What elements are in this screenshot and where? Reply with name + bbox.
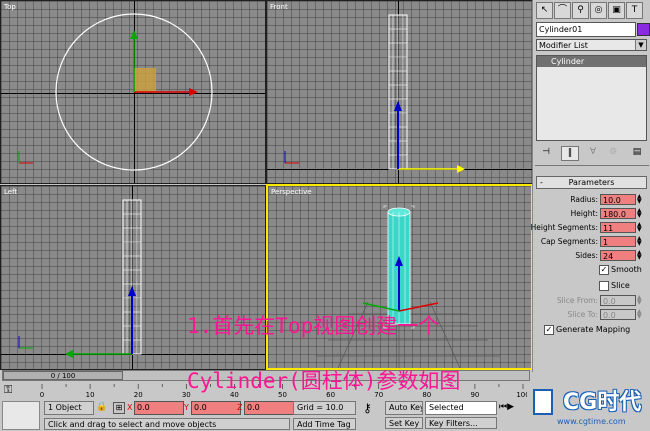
slice-label: Slice	[611, 281, 630, 290]
viewport-top[interactable]: Top	[0, 0, 266, 184]
parameters-rollout-header[interactable]: - Parameters	[536, 176, 647, 189]
selection-count: 1 Object	[44, 401, 94, 415]
height-segments-field[interactable]: 11	[600, 222, 636, 233]
viewport-front[interactable]: Front	[266, 0, 533, 184]
rollout-title: Parameters	[568, 178, 615, 187]
viewport-left[interactable]: Left	[0, 185, 266, 370]
cap-segments-field[interactable]: 1	[600, 236, 636, 247]
object-name-field[interactable]: Cylinder01	[536, 22, 636, 37]
set-key-button[interactable]: Set Key	[385, 417, 423, 429]
radius-field[interactable]: 10.0	[600, 194, 636, 205]
absolute-mode-icon[interactable]: ⊞	[113, 402, 125, 414]
radius-spinner[interactable]: ▲ ▼	[637, 194, 643, 205]
utilities-icon[interactable]: T	[626, 2, 643, 19]
key-icon[interactable]: ⚿	[4, 383, 20, 397]
sides-spinner[interactable]: ▲ ▼	[637, 250, 643, 261]
ruler-tick-label: 90	[470, 391, 479, 399]
generate-mapping-checkbox[interactable]: ✓	[544, 325, 554, 335]
x-coordinate-field[interactable]: 0.0	[134, 401, 184, 415]
sides-row: Sides: 24 ▲ ▼	[533, 250, 650, 262]
display-icon[interactable]: ▣	[608, 2, 625, 19]
chevron-down-icon: ▼	[635, 40, 646, 50]
cap-segments-row: Cap Segments: 1 ▲ ▼	[533, 236, 650, 248]
smooth-label: Smooth	[611, 265, 642, 274]
ruler-tick-label: 20	[134, 391, 143, 399]
play-controls-icon[interactable]: ⏮▶	[499, 402, 514, 412]
watermark-url: www.cgtime.com	[557, 417, 626, 426]
slice-to-spinner[interactable]: ▲ ▼	[637, 309, 643, 320]
slice-from-label: Slice From:	[556, 296, 598, 305]
selected-dropdown[interactable]: Selected	[425, 401, 497, 415]
height-segments-row: Height Segments: 11 ▲ ▼	[530, 222, 650, 234]
lock-icon[interactable]: 🔒	[96, 402, 107, 412]
y-label: Y	[184, 403, 189, 412]
height-spinner[interactable]: ▲ ▼	[637, 208, 643, 219]
cap-segments-label: Cap Segments:	[540, 237, 598, 246]
ruler-tick-label: 100	[516, 391, 527, 399]
annotation-line-2: Cylinder(圆柱体)参数如图	[187, 369, 461, 393]
hierarchy-icon[interactable]: ⚲	[572, 2, 589, 19]
make-unique-icon[interactable]: ∀	[585, 146, 601, 159]
radius-label: Radius:	[570, 195, 598, 204]
smooth-checkbox[interactable]: ✓	[599, 265, 609, 275]
pin-stack-icon[interactable]: ⊣	[538, 146, 554, 159]
time-slider-handle[interactable]: 0 / 100	[3, 371, 123, 380]
radius-row: Radius: 10.0 ▲ ▼	[533, 194, 650, 206]
cursor-icon[interactable]: ↖	[536, 2, 553, 19]
y-coordinate-field[interactable]: 0.0	[191, 401, 241, 415]
set-key-icon[interactable]: ⚷	[363, 401, 372, 415]
x-label: X	[127, 403, 133, 412]
key-filters-button[interactable]: Key Filters...	[425, 417, 497, 429]
z-label: Z	[237, 403, 243, 412]
height-segments-spinner[interactable]: ▲ ▼	[637, 222, 643, 233]
stack-item-cylinder[interactable]: Cylinder	[537, 56, 646, 67]
divider	[535, 165, 649, 166]
z-coordinate-field[interactable]: 0.0	[244, 401, 294, 415]
height-row: Height: 180.0 ▲ ▼	[533, 208, 650, 220]
modify-icon[interactable]: ⌒	[554, 2, 571, 19]
motion-icon[interactable]: ◎	[590, 2, 607, 19]
ruler-tick-label: 10	[86, 391, 95, 399]
watermark: CG时代 www.cgtime.com	[533, 386, 650, 431]
slice-checkbox[interactable]	[599, 281, 609, 291]
modifier-list-dropdown[interactable]: Modifier List ▼	[536, 39, 647, 51]
auto-key-button[interactable]: Auto Key	[385, 401, 423, 415]
height-field[interactable]: 180.0	[600, 208, 636, 219]
slice-from-row: Slice From: 0.0 ▲ ▼	[533, 295, 650, 307]
slice-to-label: Slice To:	[567, 310, 598, 319]
annotation-line-1: 1.首先在Top视图创建一个	[187, 314, 440, 338]
add-time-tag-button[interactable]: Add Time Tag	[293, 418, 356, 430]
watermark-brand: CG时代	[563, 390, 642, 415]
generate-mapping-label: Generate Mapping	[556, 325, 631, 334]
cg-logo-icon	[533, 389, 553, 415]
sides-label: Sides:	[575, 251, 598, 260]
height-segments-label: Height Segments:	[530, 223, 598, 232]
grid-readout: Grid = 10.0	[293, 401, 356, 415]
maxscript-listener[interactable]	[2, 401, 40, 430]
command-panel: ↖ ⌒ ⚲ ◎ ▣ T Cylinder01 Modifier List ▼ C…	[530, 0, 650, 372]
rollout-collapse-icon: -	[540, 178, 543, 187]
left-view-drawing	[18, 199, 142, 358]
perspective-view-drawing	[316, 205, 500, 368]
slice-from-spinner[interactable]: ▲ ▼	[637, 295, 643, 306]
front-view-drawing	[284, 14, 465, 173]
modifier-list-label: Modifier List	[539, 41, 588, 50]
show-end-result-icon[interactable]: ‖	[561, 146, 579, 161]
slice-to-row: Slice To: 0.0 ▲ ▼	[533, 309, 650, 321]
configure-modifier-sets-icon[interactable]: ▤	[629, 146, 645, 159]
slice-to-field[interactable]: 0.0	[600, 309, 636, 320]
prompt-line: Click and drag to select and move object…	[44, 418, 290, 430]
remove-modifier-icon[interactable]: ♲	[605, 146, 621, 159]
slice-from-field[interactable]: 0.0	[600, 295, 636, 306]
modifier-stack: Cylinder	[536, 55, 647, 141]
height-label: Height:	[570, 209, 598, 218]
ruler-tick-label: 0	[40, 391, 44, 399]
object-color-swatch[interactable]	[637, 23, 650, 36]
viewport-perspective[interactable]: Perspective	[266, 184, 533, 370]
sides-field[interactable]: 24	[600, 250, 636, 261]
cap-segments-spinner[interactable]: ▲ ▼	[637, 236, 643, 247]
top-view-drawing	[18, 13, 213, 171]
